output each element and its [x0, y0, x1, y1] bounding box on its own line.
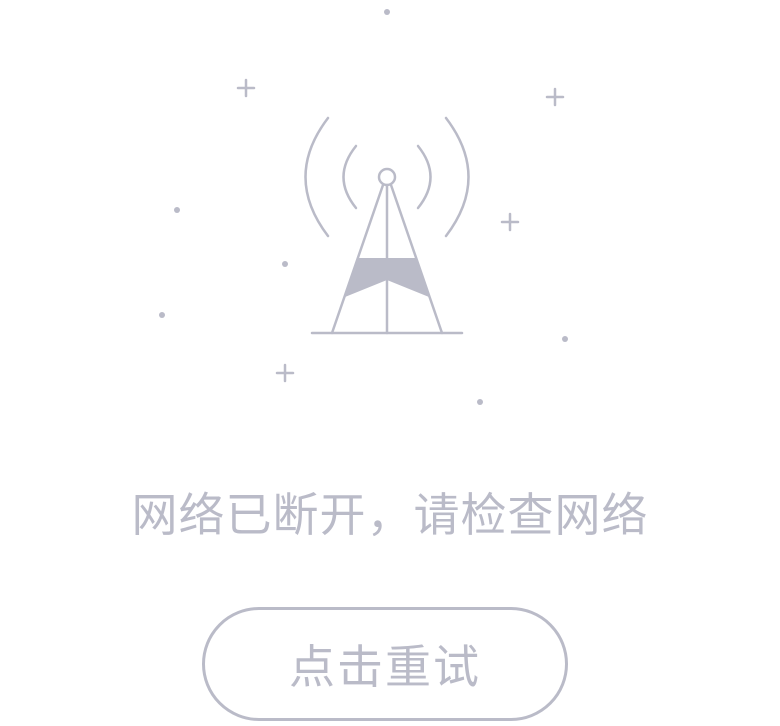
- signal-wave-outer-left: [304, 116, 330, 238]
- signal-wave-outer-right: [444, 116, 470, 238]
- sparkle-crosses: [236, 78, 565, 383]
- network-error-page: 网络已断开，请检查网络 点击重试: [0, 0, 780, 726]
- network-disconnected-tower-icon: [159, 9, 568, 405]
- retry-button[interactable]: 点击重试: [202, 607, 568, 721]
- retry-button-label: 点击重试: [289, 640, 481, 694]
- antenna-tip: [377, 167, 397, 187]
- signal-wave-inner-right: [416, 144, 432, 210]
- scattered-dots: [159, 9, 568, 405]
- signal-wave-inner-left: [342, 144, 358, 210]
- error-message: 网络已断开，请检查网络: [131, 488, 649, 542]
